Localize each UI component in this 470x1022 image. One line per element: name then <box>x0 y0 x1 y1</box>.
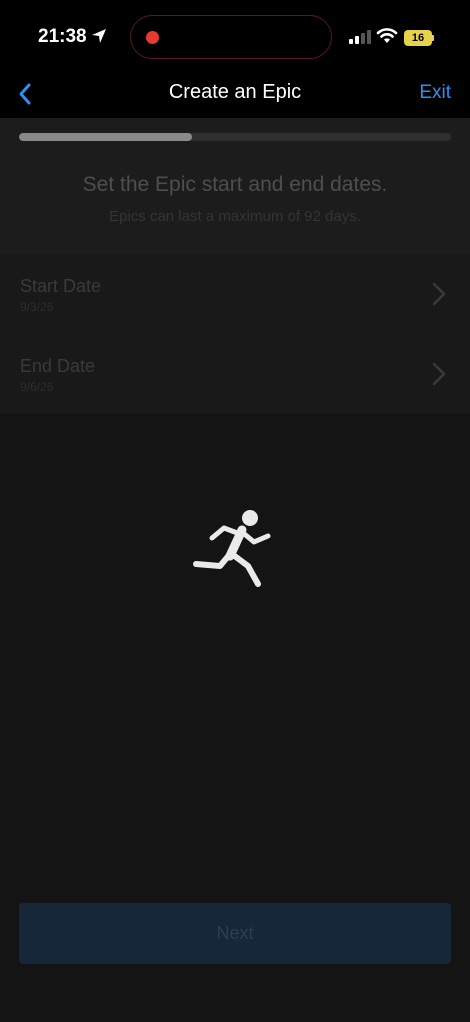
step-subheading: Epics can last a maximum of 92 days. <box>109 208 361 225</box>
next-button[interactable]: Next <box>19 903 451 964</box>
progress-fill <box>19 133 192 141</box>
running-person-icon <box>193 510 271 587</box>
status-bar: 21:38 16 <box>0 0 470 76</box>
start-date-label: Start Date <box>20 276 102 296</box>
record-dot-icon <box>146 31 159 44</box>
page-title: Create an Epic <box>168 81 302 103</box>
nav-bar: Create an Epic Exit <box>0 76 470 118</box>
end-date-value: 9/6/26 <box>20 380 54 394</box>
progress-bar <box>19 133 451 141</box>
exit-button[interactable]: Exit <box>419 82 451 104</box>
battery-icon: 16 <box>404 30 432 46</box>
chevron-right-icon <box>432 362 446 386</box>
battery-tip <box>432 35 434 41</box>
dynamic-island <box>130 15 332 59</box>
end-date-row[interactable]: End Date 9/6/26 <box>0 334 470 414</box>
start-date-value: 9/3/26 <box>20 300 54 314</box>
signal-icon <box>349 30 371 44</box>
date-list: Start Date 9/3/26 End Date 9/6/26 <box>0 254 470 414</box>
header-section: Set the Epic start and end dates. Epics … <box>0 118 470 254</box>
location-arrow-icon <box>92 29 106 43</box>
wifi-icon <box>376 28 398 43</box>
start-date-row[interactable]: Start Date 9/3/26 <box>0 254 470 334</box>
end-date-label: End Date <box>20 356 96 376</box>
status-time: 21:38 <box>38 26 87 47</box>
chevron-right-icon <box>432 282 446 306</box>
step-heading: Set the Epic start and end dates. <box>82 173 388 196</box>
